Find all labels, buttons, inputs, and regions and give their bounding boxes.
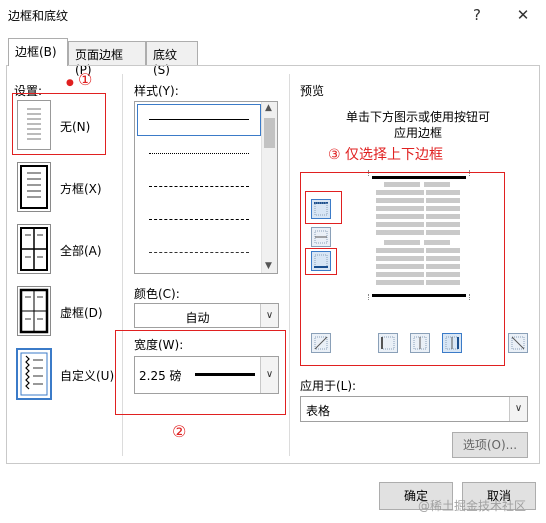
column-divider bbox=[289, 74, 290, 456]
style-line-dashed[interactable] bbox=[149, 186, 249, 187]
scroll-down-icon[interactable]: ▼ bbox=[265, 261, 272, 271]
scroll-up-icon[interactable]: ▲ bbox=[265, 103, 272, 113]
style-line-long-dashed[interactable] bbox=[149, 219, 249, 220]
tab-borders[interactable]: 边框(B) bbox=[8, 38, 68, 66]
color-select[interactable]: 自动 ∨ bbox=[134, 303, 279, 328]
chevron-down-icon[interactable]: ∨ bbox=[260, 304, 278, 327]
setting-none-label[interactable]: 无(N) bbox=[60, 118, 90, 135]
chevron-down-icon[interactable]: ∨ bbox=[260, 357, 278, 393]
style-line-dotted[interactable] bbox=[149, 153, 249, 154]
help-button[interactable]: ? bbox=[466, 4, 488, 26]
border-right-button[interactable] bbox=[442, 333, 462, 353]
setting-box-label[interactable]: 方框(X) bbox=[60, 180, 102, 197]
annotation-2: ② bbox=[172, 422, 187, 441]
preview-document[interactable] bbox=[368, 170, 470, 300]
style-heading: 样式(Y): bbox=[134, 84, 179, 98]
border-diagonal-up-button[interactable] bbox=[508, 333, 528, 353]
preview-hint-line1: 单击下方图示或使用按钮可 bbox=[345, 110, 490, 124]
tab-page-borders[interactable]: 页面边框(P) bbox=[68, 41, 146, 77]
style-scrollbar[interactable]: ▲ ▼ bbox=[261, 102, 277, 273]
setting-custom-icon[interactable] bbox=[17, 349, 51, 399]
border-inside-h-button[interactable] bbox=[311, 227, 331, 247]
dialog-title: 边框和底纹 bbox=[8, 9, 69, 23]
color-value: 自动 bbox=[185, 311, 210, 325]
close-button[interactable]: ✕ bbox=[512, 4, 534, 26]
annotation-3: ③ 仅选择上下边框 bbox=[328, 147, 444, 163]
preview-heading: 预览 bbox=[300, 84, 325, 98]
border-left-button[interactable] bbox=[378, 333, 398, 353]
preview-hint-line2: 应用边框 bbox=[393, 126, 442, 140]
setting-none-icon[interactable] bbox=[17, 100, 51, 150]
border-bottom-button[interactable] bbox=[311, 251, 331, 271]
style-list[interactable]: ▲ ▼ bbox=[134, 101, 278, 274]
width-label: 宽度(W): bbox=[134, 338, 184, 352]
annotation-1: ① bbox=[78, 70, 93, 89]
apply-to-value: 表格 bbox=[306, 404, 331, 418]
setting-all-icon[interactable] bbox=[17, 224, 51, 274]
width-sample-line bbox=[195, 373, 255, 376]
chevron-down-icon[interactable]: ∨ bbox=[509, 397, 527, 421]
border-diagonal-down-button[interactable] bbox=[311, 333, 331, 353]
color-label: 颜色(C): bbox=[134, 287, 180, 301]
options-button[interactable]: 选项(O)... bbox=[452, 432, 528, 458]
watermark: @稀土掘金技术社区 bbox=[418, 499, 527, 513]
border-inside-v-button[interactable] bbox=[410, 333, 430, 353]
width-value: 2.25 磅 bbox=[139, 369, 182, 383]
setting-custom-label[interactable]: 自定义(U) bbox=[60, 367, 114, 384]
setting-box-icon[interactable] bbox=[17, 162, 51, 212]
border-top-button[interactable] bbox=[311, 199, 331, 219]
setting-grid-label[interactable]: 虚框(D) bbox=[60, 304, 103, 321]
width-select[interactable]: 2.25 磅 ∨ bbox=[134, 356, 279, 394]
apply-to-label: 应用于(L): bbox=[300, 379, 357, 393]
scroll-thumb[interactable] bbox=[264, 118, 275, 148]
style-selection bbox=[137, 104, 261, 136]
style-line-solid[interactable] bbox=[149, 119, 249, 120]
style-line-dash-dot[interactable] bbox=[149, 252, 249, 253]
apply-to-select[interactable]: 表格 ∨ bbox=[300, 396, 528, 422]
setting-all-label[interactable]: 全部(A) bbox=[60, 242, 102, 259]
setting-grid-icon[interactable] bbox=[17, 286, 51, 336]
tab-shading[interactable]: 底纹(S) bbox=[146, 41, 198, 77]
